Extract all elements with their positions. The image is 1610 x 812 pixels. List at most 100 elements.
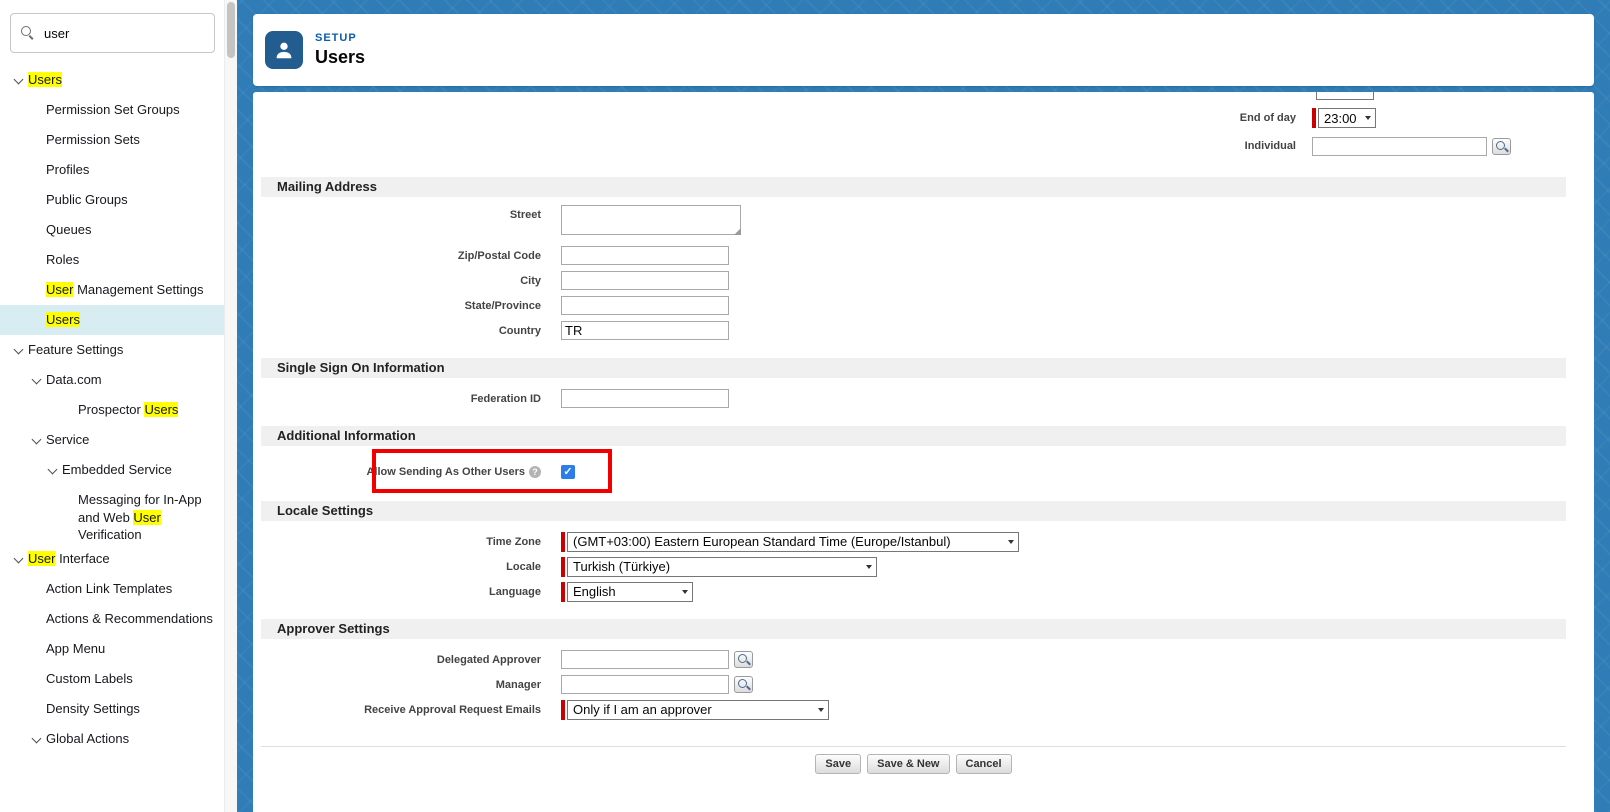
sidebar-item-label: Users (28, 71, 62, 89)
sidebar-item-service[interactable]: Service (0, 425, 237, 455)
section-mailing-address: Mailing Address Street Zip/Postal Code City… (253, 177, 1594, 343)
chevron-down-icon[interactable] (26, 431, 46, 443)
sidebar-item-label: Users (46, 311, 80, 329)
sidebar-item-app-menu[interactable]: App Menu (0, 634, 237, 664)
select-value: (GMT+03:00) Eastern European Standard Ti… (573, 534, 951, 549)
sidebar-item-user-management-settings[interactable]: User Management Settings (0, 275, 237, 305)
sidebar-item-action-link-templates[interactable]: Action Link Templates (0, 574, 237, 604)
sidebar-item-profiles[interactable]: Profiles (0, 155, 237, 185)
search-icon (21, 26, 35, 40)
field-label: Manager (261, 679, 541, 691)
sidebar-item-users[interactable]: Users (0, 305, 237, 335)
field-label: Allow Sending As Other Users? (261, 466, 541, 478)
state-province-input[interactable] (561, 296, 729, 315)
field-label: State/Province (261, 300, 541, 312)
sidebar-item-prospector-users[interactable]: Prospector Users (0, 395, 237, 425)
section-title: Single Sign On Information (261, 358, 1566, 378)
quick-find-box[interactable] (10, 13, 215, 53)
sidebar-item-embedded-service[interactable]: Embedded Service (0, 455, 237, 485)
section-title: Additional Information (261, 426, 1566, 446)
dropdown-arrow-icon (866, 565, 872, 569)
sidebar-item-data-com[interactable]: Data.com (0, 365, 237, 395)
zip-postal-code-input[interactable] (561, 246, 729, 265)
form-row-street: Street (253, 205, 1594, 243)
allow-sending-as-other-users-checkbox[interactable]: ✓ (561, 465, 575, 479)
form-row-country: Country (253, 318, 1594, 343)
cancel-button[interactable]: Cancel (956, 754, 1012, 774)
page-header: SETUP Users (253, 14, 1594, 86)
search-highlight: Users (28, 72, 62, 87)
button-bar: Save Save & New Cancel (261, 746, 1566, 784)
setup-main: SETUP Users End of day23:00Individual Ma… (237, 0, 1610, 812)
country-input[interactable] (561, 321, 729, 340)
form-row-state-province: State/Province (253, 293, 1594, 318)
required-indicator (1312, 108, 1316, 128)
sidebar-item-label: Action Link Templates (46, 580, 172, 598)
section-title: Mailing Address (261, 177, 1566, 197)
language-select[interactable]: English (567, 582, 693, 602)
city-input[interactable] (561, 271, 729, 290)
chevron-down-icon[interactable] (26, 730, 46, 742)
sidebar-item-actions-recommendations[interactable]: Actions & Recommendations (0, 604, 237, 634)
sidebar-item-label: Messaging for In-App and Web User Verifi… (78, 491, 225, 544)
chevron-down-icon[interactable] (8, 550, 28, 562)
section-single-sign-on-information: Single Sign On InformationFederation ID (253, 358, 1594, 411)
sidebar-item-density-settings[interactable]: Density Settings (0, 694, 237, 724)
field-label: Language (261, 586, 541, 598)
save-button[interactable]: Save (815, 754, 861, 774)
field-label: Locale (261, 561, 541, 573)
field-label: Zip/Postal Code (261, 250, 541, 262)
sidebar-item-user-interface[interactable]: User Interface (0, 544, 237, 574)
search-input[interactable] (44, 26, 204, 41)
sidebar-item-label: Actions & Recommendations (46, 610, 213, 628)
sidebar-item-queues[interactable]: Queues (0, 215, 237, 245)
manager-input[interactable] (561, 675, 729, 694)
chevron-down-icon[interactable] (8, 71, 28, 83)
end-of-day-select[interactable]: 23:00 (1318, 108, 1376, 128)
sidebar-item-permission-set-groups[interactable]: Permission Set Groups (0, 95, 237, 125)
help-icon[interactable]: ? (529, 466, 541, 478)
chevron-down-icon[interactable] (42, 461, 62, 473)
lookup-icon[interactable] (734, 651, 753, 668)
sidebar-item-global-actions[interactable]: Global Actions (0, 724, 237, 754)
sidebar-item-feature-settings[interactable]: Feature Settings (0, 335, 237, 365)
sidebar-item-roles[interactable]: Roles (0, 245, 237, 275)
sidebar-item-users[interactable]: Users (0, 65, 237, 95)
search-highlight: Users (144, 402, 178, 417)
locale-select[interactable]: Turkish (Türkiye) (567, 557, 877, 577)
scrollbar-thumb[interactable] (227, 2, 235, 58)
sidebar-item-label: Custom Labels (46, 670, 133, 688)
required-indicator (561, 582, 565, 602)
sidebar-item-public-groups[interactable]: Public Groups (0, 185, 237, 215)
field-label: Country (261, 325, 541, 337)
required-indicator (561, 557, 565, 577)
field-label: Street (261, 205, 541, 221)
sidebar-item-messaging-for-in-app-and-web-user-verification[interactable]: Messaging for In-App and Web User Verifi… (0, 485, 237, 544)
save-new-button[interactable]: Save & New (867, 754, 949, 774)
individual-input[interactable] (1312, 137, 1487, 156)
page-title: Users (315, 47, 365, 68)
form-row-city: City (253, 268, 1594, 293)
chevron-down-icon[interactable] (26, 371, 46, 383)
time-zone-select[interactable]: (GMT+03:00) Eastern European Standard Ti… (567, 532, 1019, 552)
sidebar-item-custom-labels[interactable]: Custom Labels (0, 664, 237, 694)
sidebar-item-label: Density Settings (46, 700, 140, 718)
chevron-down-icon[interactable] (8, 341, 28, 353)
street-textarea[interactable] (561, 205, 741, 235)
receive-approval-request-emails-select[interactable]: Only if I am an approver (567, 700, 829, 720)
form-row-zip-postal-code: Zip/Postal Code (253, 243, 1594, 268)
resize-handle-icon (734, 228, 741, 235)
lookup-icon[interactable] (734, 676, 753, 693)
setup-sidebar: Users Permission Set GroupsPermission Set… (0, 0, 237, 812)
setup-tree: Users Permission Set GroupsPermission Set… (0, 65, 237, 764)
sidebar-item-permission-sets[interactable]: Permission Sets (0, 125, 237, 155)
sidebar-scrollbar[interactable] (224, 0, 237, 812)
search-highlight: User (28, 551, 55, 566)
sidebar-item-label: Public Groups (46, 191, 128, 209)
sidebar-item-label: Prospector Users (78, 401, 178, 419)
lookup-icon[interactable] (1492, 138, 1511, 155)
select-value: English (573, 584, 616, 599)
delegated-approver-input[interactable] (561, 650, 729, 669)
sidebar-item-label: Data.com (46, 371, 102, 389)
federation-id-input[interactable] (561, 389, 729, 408)
